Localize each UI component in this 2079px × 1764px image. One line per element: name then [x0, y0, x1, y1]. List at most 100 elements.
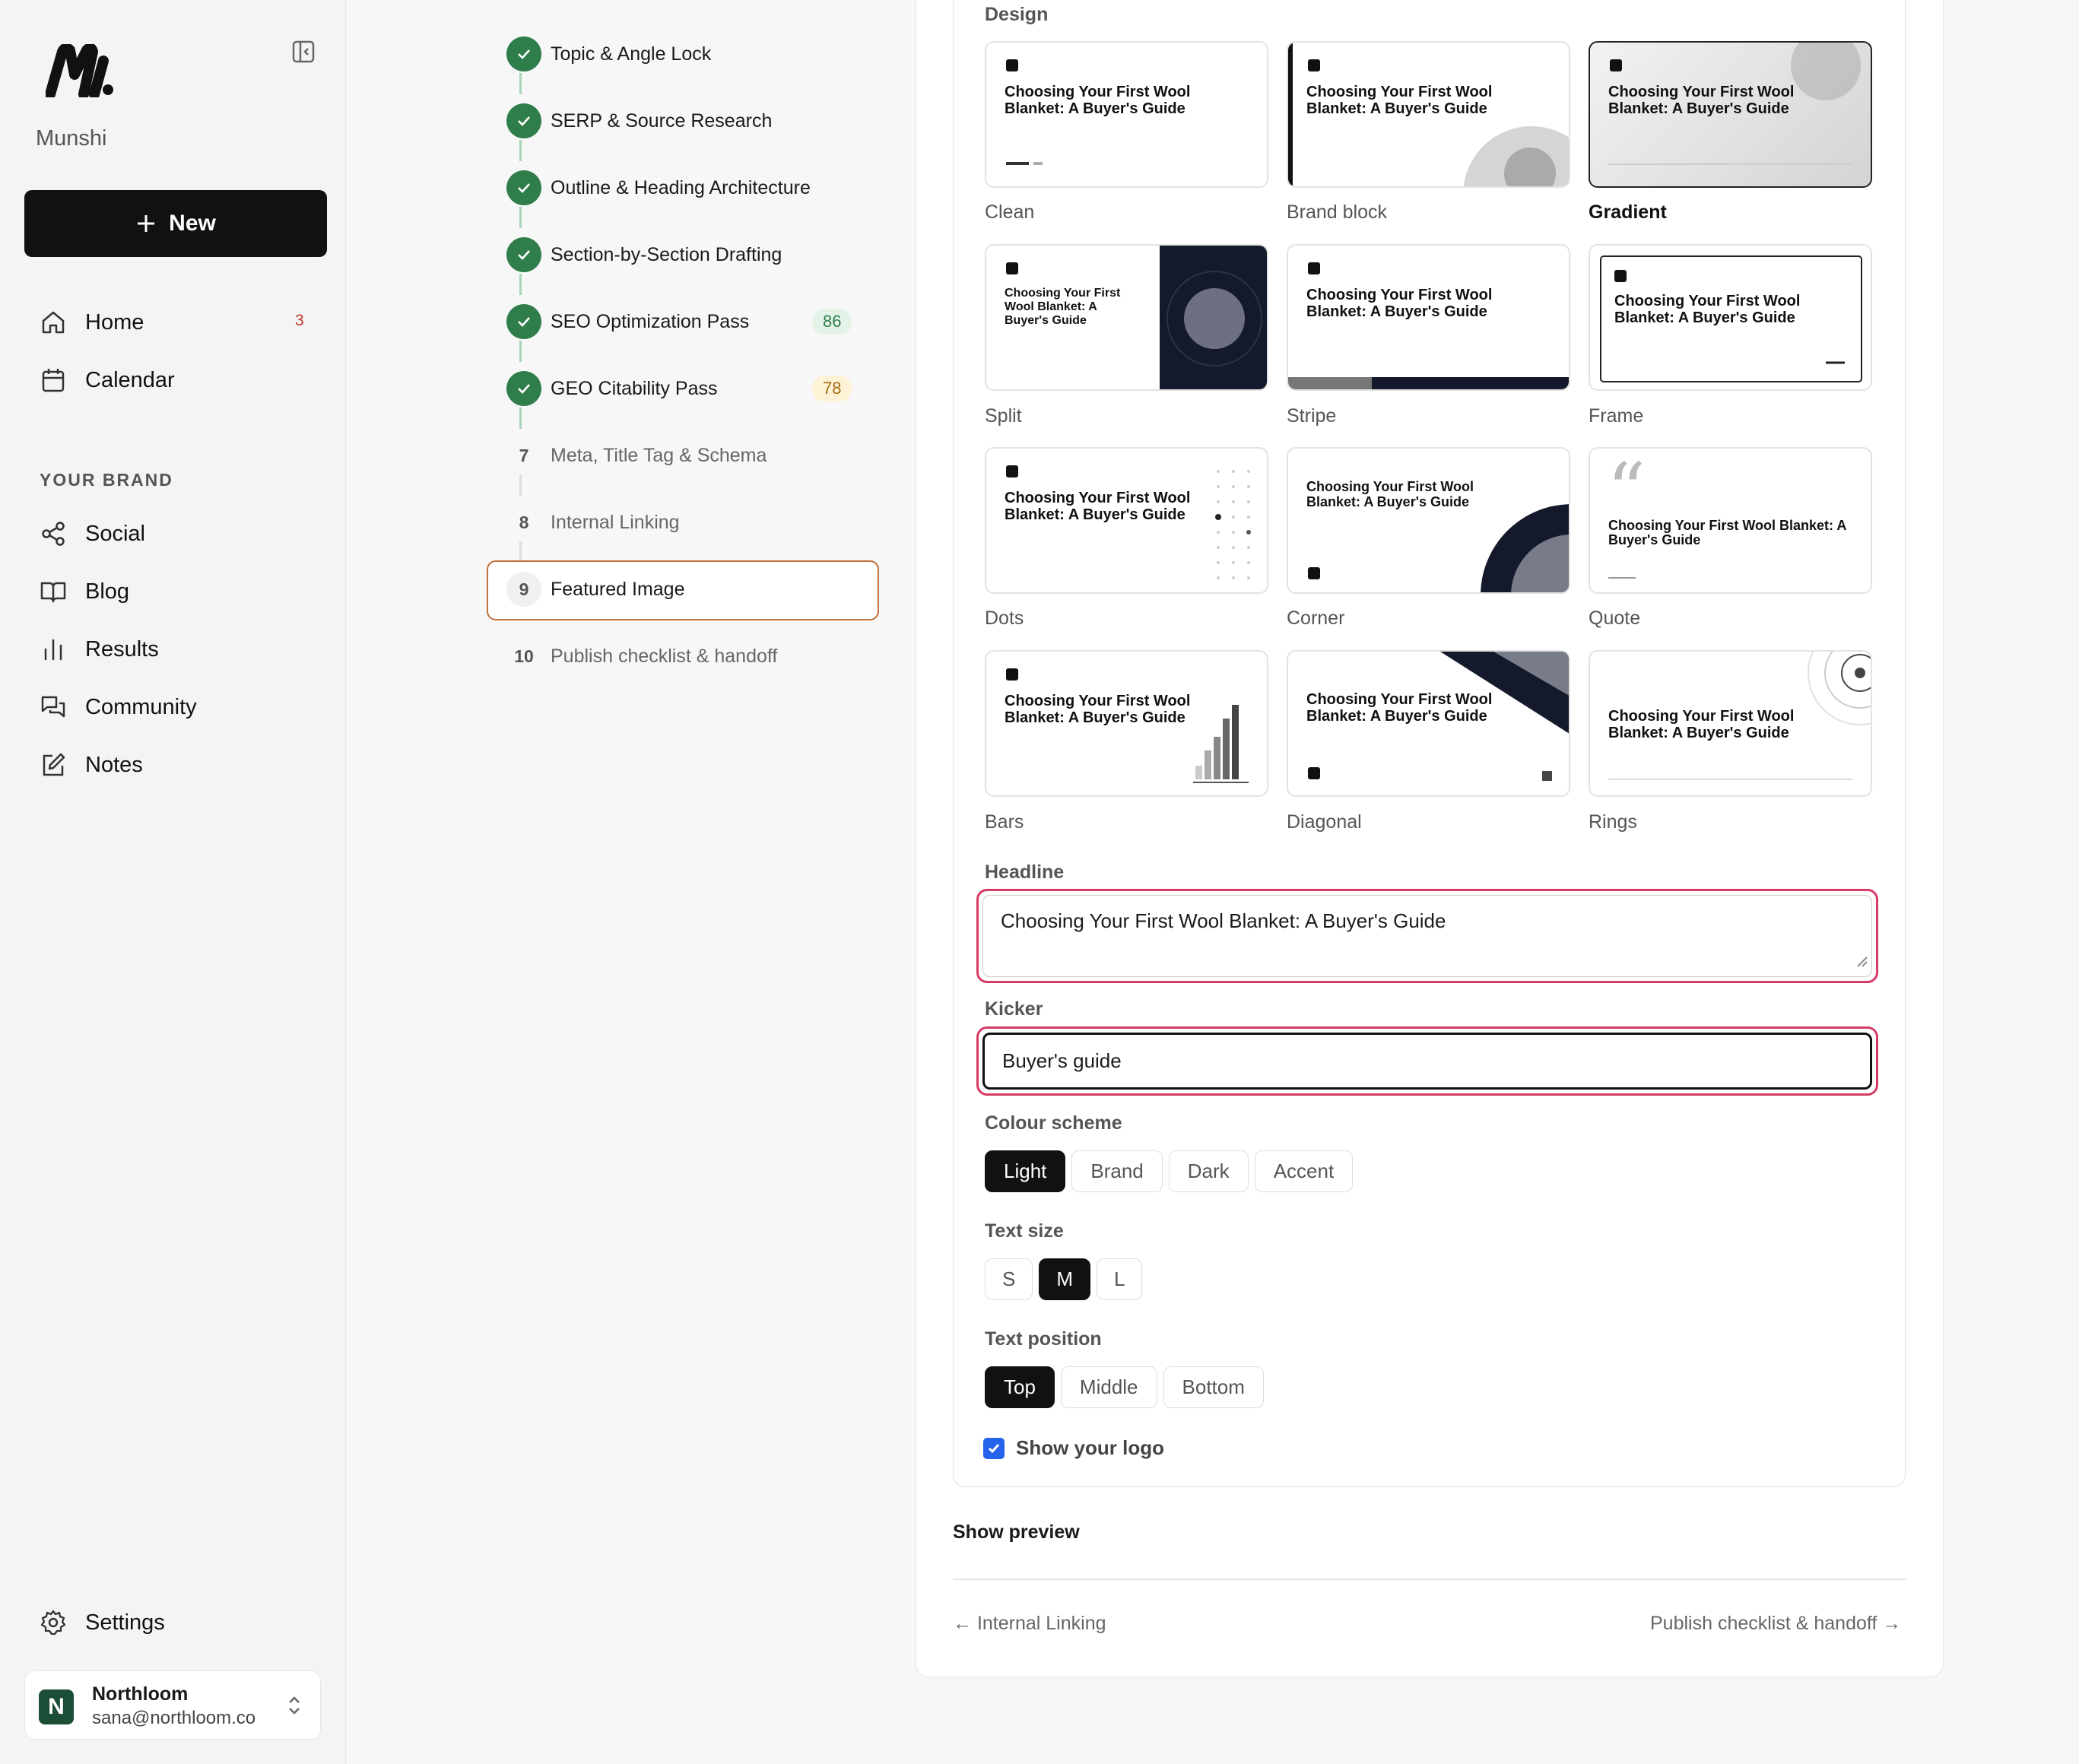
- tile-title: Choosing Your First Wool Blanket: A Buye…: [1306, 84, 1493, 117]
- colour-option-light[interactable]: Light: [985, 1150, 1066, 1192]
- template-tile-gradient[interactable]: Choosing Your First Wool Blanket: A Buye…: [1589, 41, 1872, 188]
- chevron-up-down-icon: [286, 1694, 303, 1717]
- edit-icon: [40, 751, 67, 779]
- template-name: Rings: [1589, 811, 1637, 833]
- step-label: Topic & Angle Lock: [551, 43, 712, 65]
- text-position-options: Top Middle Bottom: [985, 1366, 1264, 1408]
- nav-item-label: Results: [85, 636, 159, 662]
- nav-item-label: Home: [85, 309, 144, 335]
- tile-title: Choosing Your First Wool Blanket: A Buye…: [1005, 287, 1121, 327]
- nav-item-results[interactable]: Results: [40, 636, 159, 663]
- text-size-options: S M L: [985, 1258, 1143, 1300]
- nav-item-label: Calendar: [85, 367, 175, 392]
- nav-item-social[interactable]: Social: [40, 520, 145, 547]
- check-circle-icon: [506, 304, 541, 339]
- account-avatar: N: [39, 1689, 74, 1724]
- show-logo-checkbox[interactable]: [983, 1438, 1005, 1459]
- nav-item-blog[interactable]: Blog: [40, 578, 129, 605]
- text-size-m[interactable]: M: [1039, 1258, 1091, 1300]
- template-tile-clean[interactable]: Choosing Your First Wool Blanket: A Buye…: [985, 41, 1268, 188]
- template-tile-dots[interactable]: Choosing Your First Wool Blanket: A Buye…: [985, 447, 1268, 594]
- nav-item-calendar[interactable]: Calendar: [40, 366, 175, 394]
- tile-title: Choosing Your First Wool Blanket: A Buye…: [1608, 84, 1795, 117]
- calendar-icon: [40, 366, 67, 394]
- tile-title: Choosing Your First Wool Blanket: A Buye…: [1306, 479, 1474, 509]
- tile-title: Choosing Your First Wool Blanket: A Buye…: [1005, 84, 1191, 117]
- brand-mark-icon: [1308, 59, 1320, 71]
- template-tile-bars[interactable]: Choosing Your First Wool Blanket: A Buye…: [985, 650, 1268, 797]
- text-size-label: Text size: [985, 1220, 1064, 1242]
- check-circle-icon: [506, 237, 541, 272]
- headline-field[interactable]: Choosing Your First Wool Blanket: A Buye…: [976, 889, 1878, 983]
- bar-chart-icon: [40, 636, 67, 663]
- account-switcher[interactable]: N Northloom sana@northloom.co: [24, 1670, 321, 1740]
- tile-title: Choosing Your First Wool Blanket: A Buye…: [1005, 693, 1191, 726]
- position-option-top[interactable]: Top: [985, 1366, 1055, 1408]
- colour-scheme-options: Light Brand Dark Accent: [985, 1150, 1354, 1192]
- text-size-l[interactable]: L: [1097, 1258, 1143, 1300]
- nav-item-label: Settings: [85, 1610, 165, 1635]
- template-tile-rings[interactable]: Choosing Your First Wool Blanket: A Buye…: [1589, 650, 1872, 797]
- text-size-s[interactable]: S: [985, 1258, 1033, 1300]
- chat-icon: [40, 693, 67, 721]
- brand-mark-icon: [1006, 465, 1018, 477]
- step-label: SERP & Source Research: [551, 109, 773, 132]
- template-tile-quote[interactable]: “ Choosing Your First Wool Blanket: A Bu…: [1589, 447, 1872, 594]
- colour-option-accent[interactable]: Accent: [1254, 1150, 1354, 1192]
- notification-count-badge: 3: [295, 312, 304, 329]
- template-tile-corner[interactable]: Choosing Your First Wool Blanket: A Buye…: [1287, 447, 1570, 594]
- show-preview-button[interactable]: Show preview: [953, 1521, 1080, 1544]
- step-label: Featured Image: [551, 578, 685, 600]
- template-tile-split[interactable]: Choosing Your First Wool Blanket: A Buye…: [985, 244, 1268, 391]
- resize-handle-icon[interactable]: [1856, 956, 1868, 968]
- geo-score-badge: 78: [812, 376, 852, 401]
- nav-item-community[interactable]: Community: [40, 693, 197, 721]
- template-tile-brand-block[interactable]: Choosing Your First Wool Blanket: A Buye…: [1287, 41, 1570, 188]
- position-option-middle[interactable]: Middle: [1060, 1366, 1157, 1408]
- template-tile-stripe[interactable]: Choosing Your First Wool Blanket: A Buye…: [1287, 244, 1570, 391]
- template-tile-diagonal[interactable]: Choosing Your First Wool Blanket: A Buye…: [1287, 650, 1570, 797]
- plus-icon: [135, 213, 157, 234]
- nav-item-settings[interactable]: Settings: [40, 1609, 165, 1636]
- colour-option-dark[interactable]: Dark: [1168, 1150, 1249, 1192]
- step-connector: [519, 408, 522, 429]
- step-connector: [519, 541, 522, 563]
- check-circle-icon: [506, 36, 541, 71]
- step-number: 8: [519, 512, 529, 532]
- kicker-field[interactable]: Buyer's guide: [976, 1026, 1878, 1096]
- kicker-input[interactable]: Buyer's guide: [982, 1033, 1872, 1090]
- check-circle-icon: [506, 170, 541, 205]
- tile-title: Choosing Your First Wool Blanket: A Buye…: [1608, 518, 1846, 547]
- colour-option-brand[interactable]: Brand: [1071, 1150, 1163, 1192]
- step-connector: [519, 140, 522, 161]
- check-circle-icon: [506, 103, 541, 138]
- nav-item-label: Community: [85, 694, 197, 719]
- step-number: 10: [514, 646, 534, 666]
- divider: [953, 1578, 1906, 1580]
- previous-step-link[interactable]: ← Internal Linking: [953, 1613, 1106, 1635]
- nav-item-home[interactable]: Home: [40, 309, 144, 336]
- position-option-bottom[interactable]: Bottom: [1163, 1366, 1264, 1408]
- template-name: Bars: [985, 811, 1024, 833]
- new-button[interactable]: New: [24, 190, 327, 257]
- step-connector: [519, 207, 522, 228]
- tile-title: Choosing Your First Wool Blanket: A Buye…: [1614, 293, 1801, 326]
- brand-mark-icon: [1308, 767, 1320, 779]
- tile-title: Choosing Your First Wool Blanket: A Buye…: [1306, 691, 1493, 725]
- brand-mark-icon: [1006, 59, 1018, 71]
- show-logo-label: Show your logo: [1016, 1436, 1164, 1459]
- nav-item-notes[interactable]: Notes: [40, 751, 143, 779]
- template-tile-frame[interactable]: Choosing Your First Wool Blanket: A Buye…: [1589, 244, 1872, 391]
- headline-textarea[interactable]: Choosing Your First Wool Blanket: A Buye…: [982, 895, 1872, 977]
- step-connector: [519, 73, 522, 94]
- tile-title: Choosing Your First Wool Blanket: A Buye…: [1306, 287, 1493, 320]
- template-name: Dots: [985, 608, 1024, 629]
- step-label: Outline & Heading Architecture: [551, 176, 811, 198]
- collapse-sidebar-icon[interactable]: [291, 40, 319, 65]
- step-label: GEO Citability Pass: [551, 377, 718, 399]
- step-number: 9: [506, 572, 541, 607]
- next-step-link[interactable]: Publish checklist & handoff →: [1650, 1613, 1901, 1635]
- template-name: Gradient: [1589, 201, 1667, 223]
- step-label: SEO Optimization Pass: [551, 310, 750, 332]
- step-label: Internal Linking: [551, 511, 680, 533]
